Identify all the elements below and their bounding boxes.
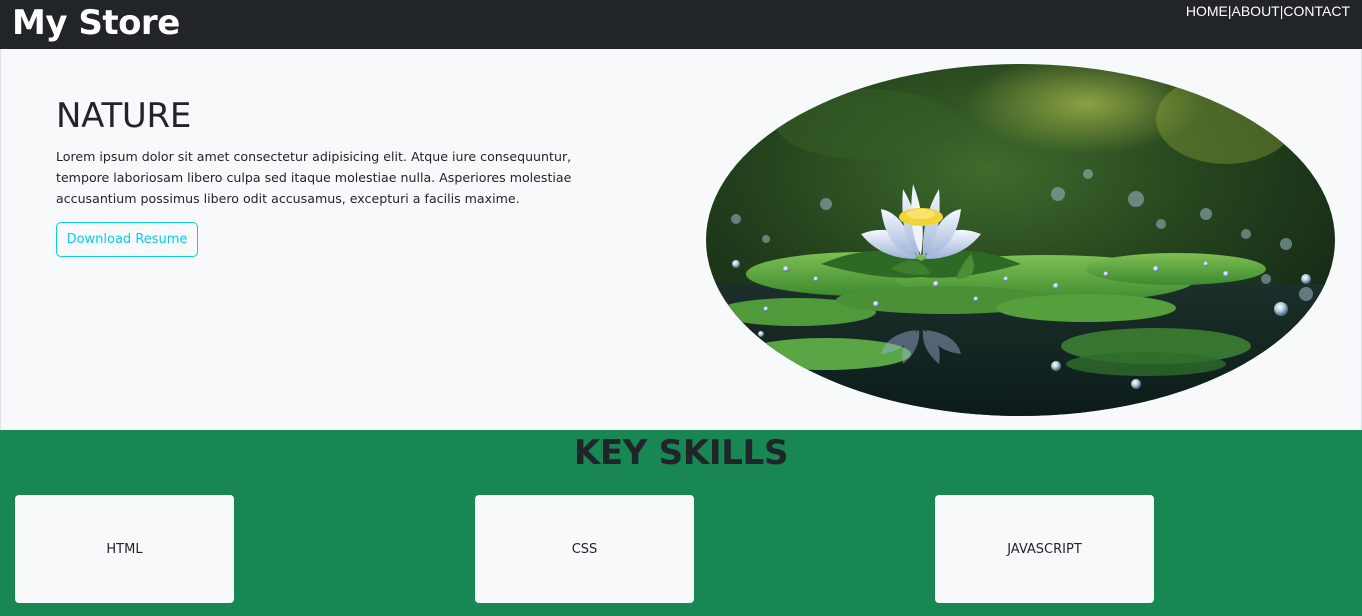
- skill-card-html: HTML: [15, 495, 234, 603]
- download-resume-button[interactable]: Download Resume: [56, 222, 198, 257]
- nav-links: HOME|ABOUT|CONTACT: [1186, 2, 1350, 20]
- navbar: My Store HOME|ABOUT|CONTACT: [0, 0, 1362, 49]
- hero-description: Lorem ipsum dolor sit amet consectetur a…: [56, 149, 572, 206]
- skill-card-javascript: JAVASCRIPT: [935, 495, 1154, 603]
- skill-label: HTML: [106, 541, 143, 557]
- nav-link-home[interactable]: HOME: [1186, 3, 1228, 19]
- skills-title: KEY SKILLS: [573, 433, 789, 473]
- skill-label: CSS: [571, 541, 598, 557]
- brand-logo[interactable]: My Store: [12, 0, 180, 46]
- skill-label: JAVASCRIPT: [1007, 541, 1082, 557]
- skill-card-css: CSS: [475, 495, 694, 603]
- water-lily-illustration: [706, 64, 1335, 416]
- water-lily-image: [706, 64, 1335, 416]
- hero-title: NATURE: [56, 96, 192, 136]
- nav-link-contact[interactable]: CONTACT: [1283, 3, 1350, 19]
- nav-link-about[interactable]: ABOUT: [1232, 3, 1280, 19]
- key-skills-section: KEY SKILLS HTML CSS JAVASCRIPT: [0, 430, 1362, 616]
- hero-section: NATURE Lorem ipsum dolor sit amet consec…: [0, 49, 1362, 430]
